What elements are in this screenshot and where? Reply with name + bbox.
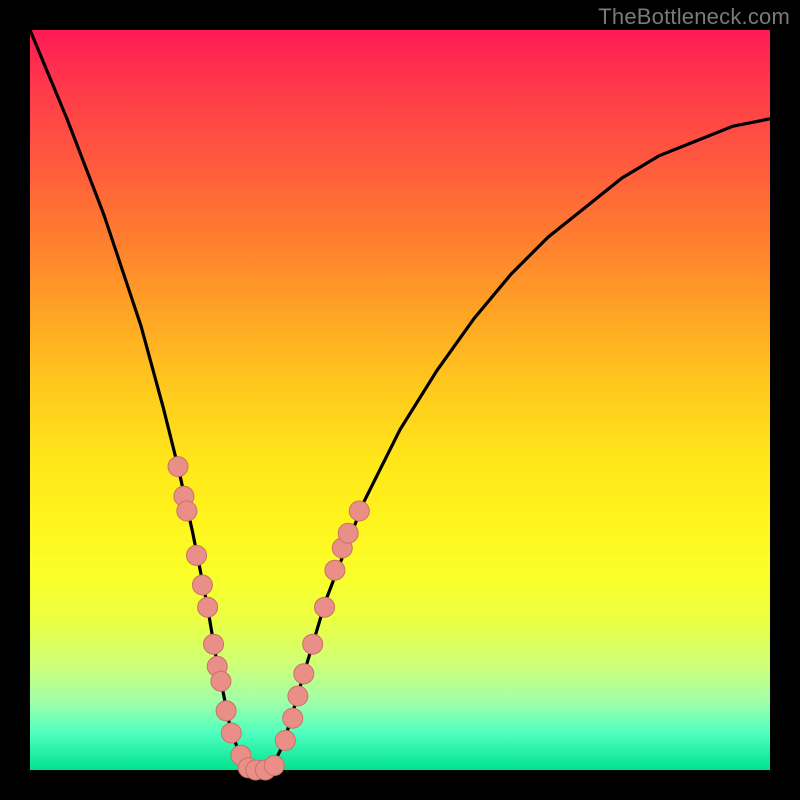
data-marker xyxy=(315,597,335,617)
plot-area xyxy=(30,30,770,770)
bottleneck-curve xyxy=(30,30,770,770)
data-marker xyxy=(349,501,369,521)
data-marker xyxy=(192,575,212,595)
data-markers xyxy=(168,457,369,780)
data-marker xyxy=(198,597,218,617)
curve-svg xyxy=(30,30,770,770)
data-marker xyxy=(325,560,345,580)
chart-frame: TheBottleneck.com xyxy=(0,0,800,800)
data-marker xyxy=(204,634,224,654)
data-marker xyxy=(264,756,284,776)
data-marker xyxy=(168,457,188,477)
data-marker xyxy=(177,501,197,521)
data-marker xyxy=(338,523,358,543)
data-marker xyxy=(187,545,207,565)
watermark-text: TheBottleneck.com xyxy=(598,4,790,30)
data-marker xyxy=(288,686,308,706)
data-marker xyxy=(211,671,231,691)
data-marker xyxy=(283,708,303,728)
data-marker xyxy=(216,701,236,721)
data-marker xyxy=(275,730,295,750)
data-marker xyxy=(221,723,241,743)
data-marker xyxy=(303,634,323,654)
data-marker xyxy=(294,664,314,684)
